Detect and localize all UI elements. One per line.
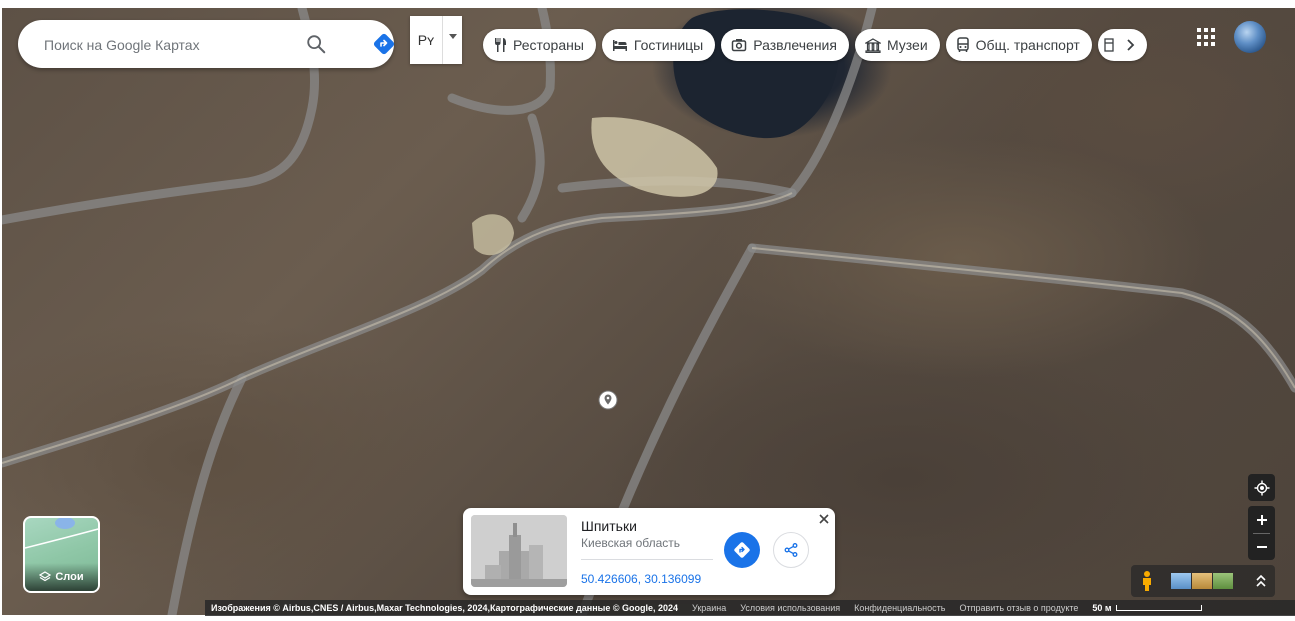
chip-museums[interactable]: Музеи [854, 29, 940, 61]
search-icon[interactable] [305, 33, 327, 55]
card-divider [581, 559, 713, 560]
building-illustration [471, 515, 567, 587]
route-button[interactable] [724, 532, 760, 568]
feedback-link[interactable]: Отправить отзыв о продукте [959, 603, 1078, 613]
apps-grid-icon[interactable] [1196, 27, 1216, 47]
bed-icon [612, 40, 627, 51]
layers-button[interactable]: Слои [23, 516, 100, 593]
chip-label: Гостиницы [633, 37, 704, 53]
place-coordinates[interactable]: 50.426606, 30.136099 [581, 572, 701, 586]
chip-entertainment[interactable]: Развлечения [721, 29, 849, 61]
directions-icon[interactable] [372, 32, 396, 56]
imagery-thumbnails[interactable] [1171, 573, 1233, 589]
plus-icon [1256, 514, 1267, 525]
zoom-in-button[interactable] [1256, 507, 1268, 533]
chip-label: Музеи [886, 37, 928, 53]
my-location-button[interactable] [1248, 474, 1275, 501]
language-label: Рʏ [417, 32, 435, 48]
chevron-up-icon[interactable] [1255, 573, 1267, 589]
chevron-down-icon[interactable] [442, 16, 462, 64]
chip-label: Общ. транспорт [975, 37, 1080, 53]
chip-transit[interactable]: Общ. транспорт [945, 29, 1092, 61]
place-subtitle: Киевская область [581, 536, 681, 550]
share-icon [784, 543, 798, 557]
my-location-icon [1254, 480, 1269, 495]
layers-icon [39, 571, 52, 582]
partial-chip-icon [1104, 38, 1114, 52]
fork-knife-icon [495, 38, 506, 52]
search-box[interactable] [18, 20, 396, 68]
country-link[interactable]: Украина [692, 603, 726, 613]
search-input[interactable] [42, 32, 296, 58]
close-icon[interactable] [817, 512, 831, 526]
pegman-icon[interactable] [1139, 570, 1155, 592]
account-avatar[interactable] [1234, 21, 1266, 53]
zoom-out-button[interactable] [1256, 534, 1268, 560]
chip-restaurants[interactable]: Рестораны [483, 29, 596, 61]
directions-icon [734, 542, 750, 558]
category-chips: Рестораны Гостиницы Развлечения Музеи Об… [483, 29, 1147, 61]
place-thumbnail[interactable] [471, 515, 567, 587]
bus-icon [956, 37, 969, 52]
camera-icon [731, 39, 747, 52]
museum-icon [864, 37, 881, 53]
chevron-right-icon[interactable] [1125, 39, 1135, 51]
map-footer: Изображения © Airbus,CNES / Airbus,Maxar… [205, 600, 1295, 616]
place-title: Шпитьки [581, 518, 637, 534]
chip-hotels[interactable]: Гостиницы [601, 29, 716, 61]
layers-preview [25, 518, 98, 549]
minus-icon [1256, 545, 1267, 548]
layers-label: Слои [55, 571, 84, 583]
language-selector[interactable]: Рʏ [410, 16, 462, 64]
chip-label: Развлечения [753, 37, 837, 53]
share-button[interactable] [773, 532, 809, 568]
attribution-text: Изображения © Airbus,CNES / Airbus,Maxar… [211, 603, 678, 613]
place-card: Шпитьки Киевская область 50.426606, 30.1… [463, 508, 835, 595]
privacy-link[interactable]: Конфиденциальность [854, 603, 945, 613]
zoom-controls [1248, 506, 1275, 560]
scale-bar [1115, 605, 1202, 611]
scale-label[interactable]: 50 м [1092, 603, 1111, 613]
place-pin-icon[interactable] [598, 390, 618, 410]
street-view-bar [1131, 565, 1275, 597]
chip-more[interactable] [1097, 29, 1147, 61]
chip-label: Рестораны [513, 37, 584, 53]
terms-link[interactable]: Условия использования [740, 603, 840, 613]
